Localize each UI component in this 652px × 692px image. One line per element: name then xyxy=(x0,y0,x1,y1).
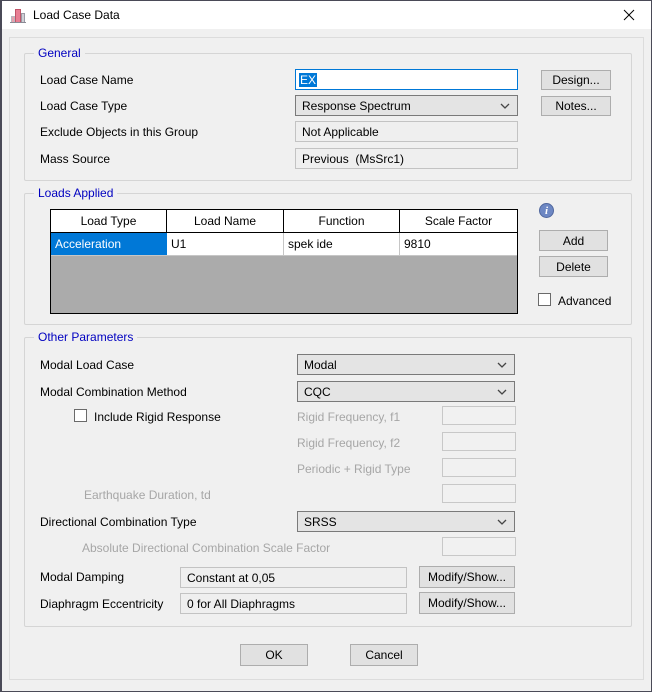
column-header-scale-factor[interactable]: Scale Factor xyxy=(400,210,517,232)
mass-source-label: Mass Source xyxy=(40,152,110,166)
modal-damping-field: Constant at 0,05 xyxy=(180,567,407,588)
table-row[interactable]: Acceleration U1 spek ide 9810 xyxy=(51,233,517,256)
modal-damping-modify-show-button[interactable]: Modify/Show... xyxy=(419,566,515,588)
periodic-rigid-type-input xyxy=(442,458,516,477)
modal-load-case-value: Modal xyxy=(304,358,337,372)
advanced-checkbox[interactable] xyxy=(538,293,551,306)
rigid-frequency-f1-input xyxy=(442,406,516,425)
diaphragm-eccentricity-modify-show-button[interactable]: Modify/Show... xyxy=(419,592,515,614)
directional-combination-type-value: SRSS xyxy=(304,515,337,529)
periodic-rigid-type-label: Periodic + Rigid Type xyxy=(297,462,411,476)
cell-function[interactable]: spek ide xyxy=(284,233,400,255)
exclude-objects-value: Not Applicable xyxy=(302,125,379,139)
design-button[interactable]: Design... xyxy=(541,70,611,90)
abs-directional-scale-label: Absolute Directional Combination Scale F… xyxy=(82,541,330,555)
modal-load-case-label: Modal Load Case xyxy=(40,358,134,372)
ok-button[interactable]: OK xyxy=(240,644,308,666)
column-header-load-type[interactable]: Load Type xyxy=(51,210,167,232)
load-case-type-label: Load Case Type xyxy=(40,99,127,113)
loads-applied-group-label: Loads Applied xyxy=(34,187,117,199)
window-title: Load Case Data xyxy=(33,8,120,22)
load-case-name-value: EX xyxy=(299,73,317,87)
exclude-objects-label: Exclude Objects in this Group xyxy=(40,125,198,139)
notes-button[interactable]: Notes... xyxy=(541,96,611,116)
other-parameters-group-label: Other Parameters xyxy=(34,331,137,343)
modal-load-case-dropdown[interactable]: Modal xyxy=(297,354,515,375)
load-case-name-input[interactable]: EX xyxy=(295,69,518,90)
directional-combination-type-dropdown[interactable]: SRSS xyxy=(297,511,515,532)
mass-source-field: Previous (MsSrc1) xyxy=(295,148,518,169)
load-case-type-value: Response Spectrum xyxy=(302,99,411,113)
modal-combination-method-label: Modal Combination Method xyxy=(40,385,187,399)
add-button[interactable]: Add xyxy=(539,230,608,251)
chevron-down-icon xyxy=(500,103,510,109)
diaphragm-eccentricity-value: 0 for All Diaphragms xyxy=(187,597,295,611)
table-empty-area xyxy=(51,256,517,313)
column-header-load-name[interactable]: Load Name xyxy=(167,210,284,232)
load-case-data-dialog: Load Case Data General Load Case Name EX… xyxy=(0,0,652,692)
info-icon[interactable]: i xyxy=(539,203,554,218)
rigid-frequency-f1-label: Rigid Frequency, f1 xyxy=(297,410,400,424)
chevron-down-icon xyxy=(497,389,507,395)
earthquake-duration-label: Earthquake Duration, td xyxy=(84,488,211,502)
modal-combination-method-value: CQC xyxy=(304,385,331,399)
general-group-label: General xyxy=(34,47,85,59)
cancel-button[interactable]: Cancel xyxy=(350,644,418,666)
close-icon[interactable] xyxy=(606,1,651,29)
app-building-icon xyxy=(10,7,26,23)
chevron-down-icon xyxy=(497,362,507,368)
modal-damping-value: Constant at 0,05 xyxy=(187,571,275,585)
earthquake-duration-input xyxy=(442,484,516,503)
exclude-objects-field: Not Applicable xyxy=(295,121,518,142)
column-header-function[interactable]: Function xyxy=(284,210,400,232)
cell-load-type[interactable]: Acceleration xyxy=(51,233,167,255)
include-rigid-response-checkbox[interactable] xyxy=(74,409,87,422)
rigid-frequency-f2-label: Rigid Frequency, f2 xyxy=(297,436,400,450)
directional-combination-type-label: Directional Combination Type xyxy=(40,515,197,529)
rigid-frequency-f2-input xyxy=(442,432,516,451)
diaphragm-eccentricity-label: Diaphragm Eccentricity xyxy=(40,597,163,611)
modal-damping-label: Modal Damping xyxy=(40,570,124,584)
advanced-label: Advanced xyxy=(558,294,611,308)
load-case-name-label: Load Case Name xyxy=(40,73,133,87)
diaphragm-eccentricity-field: 0 for All Diaphragms xyxy=(180,593,407,614)
include-rigid-response-label: Include Rigid Response xyxy=(94,410,221,424)
cell-load-name[interactable]: U1 xyxy=(167,233,284,255)
mass-source-value: Previous (MsSrc1) xyxy=(302,152,404,166)
modal-combination-method-dropdown[interactable]: CQC xyxy=(297,381,515,402)
title-bar[interactable]: Load Case Data xyxy=(2,1,651,29)
load-case-type-dropdown[interactable]: Response Spectrum xyxy=(295,95,518,116)
chevron-down-icon xyxy=(497,519,507,525)
delete-button[interactable]: Delete xyxy=(539,256,608,277)
table-header-row: Load Type Load Name Function Scale Facto… xyxy=(51,210,517,233)
abs-directional-scale-input xyxy=(442,537,516,556)
cell-scale-factor[interactable]: 9810 xyxy=(400,233,517,255)
loads-applied-table[interactable]: Load Type Load Name Function Scale Facto… xyxy=(50,209,518,314)
